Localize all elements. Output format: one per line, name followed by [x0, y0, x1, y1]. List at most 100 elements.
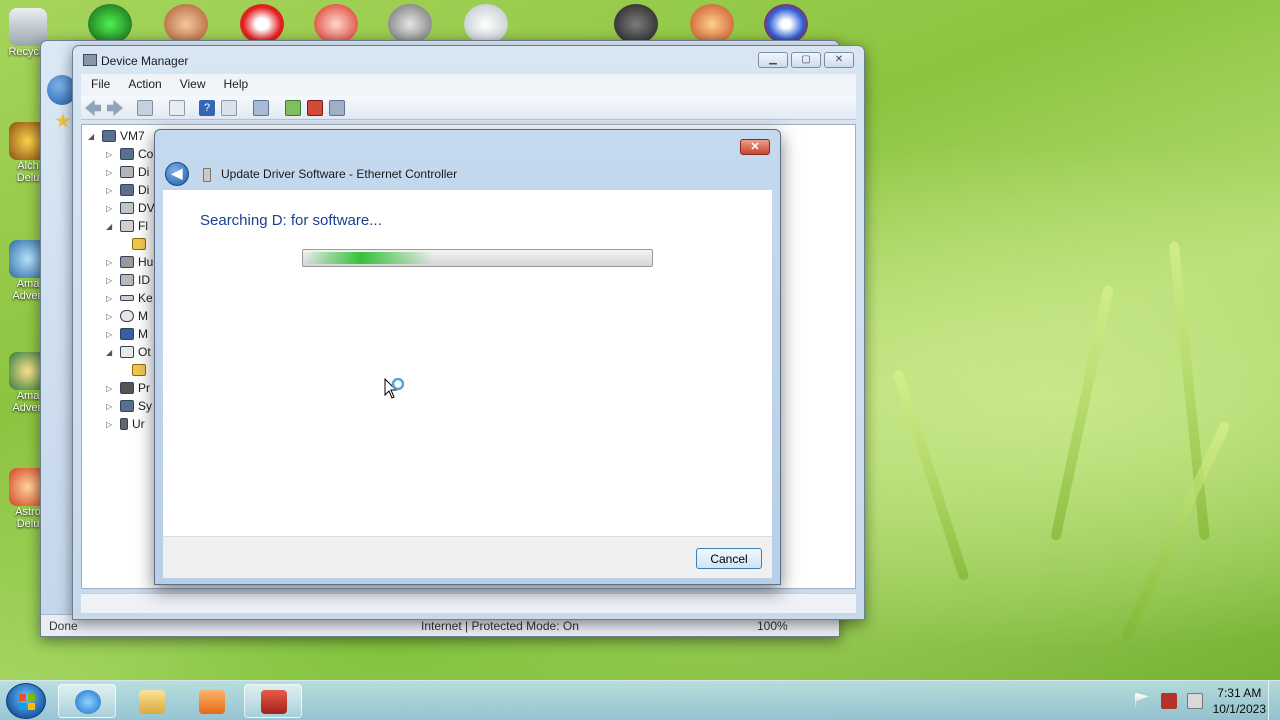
- tree-item-label: Sy: [138, 399, 153, 413]
- dialog-title: Update Driver Software - Ethernet Contro…: [221, 167, 458, 181]
- menu-bar: File Action View Help: [81, 74, 856, 96]
- uninstall-icon[interactable]: [307, 100, 323, 116]
- tree-item[interactable]: ▷ Ke: [106, 289, 153, 307]
- dialog-footer: Cancel: [163, 536, 772, 578]
- disable-device-icon[interactable]: [329, 100, 345, 116]
- menu-file[interactable]: File: [91, 77, 110, 93]
- maximize-button[interactable]: ▢: [791, 52, 821, 68]
- explorer-folder-icon: [139, 690, 165, 714]
- search-progress-bar: [302, 249, 653, 267]
- red-mushroom-icon[interactable]: [240, 4, 284, 44]
- tree-item[interactable]: ▷ Di: [106, 181, 149, 199]
- back-arrow-icon[interactable]: [85, 100, 101, 116]
- tree-item[interactable]: ▷ Pr: [106, 379, 150, 397]
- dialog-close-button[interactable]: ✕: [740, 139, 770, 155]
- update-driver-dialog[interactable]: ✕ ◀ Update Driver Software - Ethernet Co…: [154, 129, 781, 585]
- tree-item[interactable]: ▷ Di: [106, 163, 149, 181]
- menu-action[interactable]: Action: [128, 77, 161, 93]
- properties-icon[interactable]: [169, 100, 185, 116]
- tree-root-label: VM7: [120, 129, 145, 143]
- menu-help[interactable]: Help: [224, 77, 249, 93]
- expand-triangle-icon[interactable]: ▷: [106, 384, 116, 393]
- close-button[interactable]: ✕: [824, 52, 854, 68]
- view-icon[interactable]: [221, 100, 237, 116]
- expand-triangle-icon[interactable]: ▷: [106, 276, 116, 285]
- collapse-triangle-icon[interactable]: ◢: [106, 348, 116, 357]
- expand-triangle-icon[interactable]: ▷: [106, 312, 116, 321]
- girl-face-icon[interactable]: [164, 4, 208, 44]
- tree-item[interactable]: ▷ Hu: [106, 253, 153, 271]
- tree-item[interactable]: ▷ DV: [106, 199, 155, 217]
- action-center-flag-icon[interactable]: [1134, 693, 1150, 709]
- toolbar: ?: [81, 96, 856, 120]
- expand-triangle-icon[interactable]: ▷: [106, 402, 116, 411]
- clock[interactable]: 7:31 AM 10/1/2023: [1213, 685, 1266, 717]
- tree-item[interactable]: ▷ Sy: [106, 397, 152, 415]
- tree-item[interactable]: ▷ Ur: [106, 415, 145, 433]
- blue-orb-icon[interactable]: [764, 4, 808, 44]
- busy-cursor-icon: [384, 378, 404, 399]
- unknown-device-icon: [132, 364, 146, 376]
- system-devices-icon: [120, 400, 134, 412]
- tree-item[interactable]: ▷ M: [106, 307, 148, 325]
- tree-item[interactable]: ▷ M: [106, 325, 148, 343]
- expand-triangle-icon[interactable]: ▷: [106, 294, 116, 303]
- expand-triangle-icon[interactable]: ▷: [106, 420, 116, 429]
- taskbar-explorer[interactable]: [122, 684, 180, 718]
- favorites-star-icon[interactable]: [55, 113, 71, 128]
- forward-arrow-icon[interactable]: [107, 100, 123, 116]
- tree-item-label: Ur: [132, 417, 145, 431]
- show-hide-tree-icon[interactable]: [137, 100, 153, 116]
- media-player-icon: [199, 690, 225, 714]
- collapse-triangle-icon[interactable]: ◢: [88, 132, 98, 141]
- show-desktop-button[interactable]: [1268, 681, 1280, 720]
- tree-item-label: Pr: [138, 381, 150, 395]
- ie-status-text: Done: [49, 619, 78, 633]
- expand-triangle-icon[interactable]: ▷: [106, 204, 116, 213]
- tree-item[interactable]: ◢ Ot: [106, 343, 151, 361]
- radioactive-icon[interactable]: [314, 4, 358, 44]
- taskbar-internet-explorer[interactable]: [58, 684, 116, 718]
- white-bird-icon[interactable]: [464, 4, 508, 44]
- pizza-icon[interactable]: [690, 4, 734, 44]
- tree-item[interactable]: ◢ Fl: [106, 217, 148, 235]
- tree-child-item[interactable]: [132, 235, 146, 253]
- device-category-icon: [120, 256, 134, 268]
- grass-blade: [1120, 420, 1231, 643]
- expand-triangle-icon[interactable]: ▷: [106, 258, 116, 267]
- ie-zoom-level[interactable]: 100%: [757, 619, 788, 633]
- ie-security-zone[interactable]: Internet | Protected Mode: On: [421, 619, 579, 633]
- minimize-button[interactable]: ▁: [758, 52, 788, 68]
- expand-triangle-icon[interactable]: ▷: [106, 168, 116, 177]
- other-devices-icon: [120, 346, 134, 358]
- collapse-triangle-icon[interactable]: ◢: [106, 222, 116, 231]
- cancel-button[interactable]: Cancel: [696, 548, 762, 569]
- volume-muted-icon[interactable]: [1186, 693, 1203, 709]
- tree-item[interactable]: ▷ Co: [106, 145, 153, 163]
- internet-explorer-icon: [75, 690, 101, 714]
- expand-triangle-icon[interactable]: ▷: [106, 150, 116, 159]
- tree-child-item[interactable]: [132, 361, 146, 379]
- green-game-icon[interactable]: [88, 4, 132, 44]
- tree-item-label: ID: [138, 273, 150, 287]
- witch-icon[interactable]: [614, 4, 658, 44]
- robot-icon[interactable]: [388, 4, 432, 44]
- tree-item-label: Hu: [138, 255, 154, 269]
- network-icon[interactable]: [1160, 693, 1177, 709]
- device-category-icon: [120, 184, 134, 196]
- tree-root[interactable]: ◢ VM7: [88, 127, 145, 145]
- start-button[interactable]: [6, 683, 46, 719]
- grass-blade: [892, 369, 970, 582]
- clock-time: 7:31 AM: [1217, 686, 1262, 700]
- computer-icon: [102, 130, 116, 142]
- expand-triangle-icon[interactable]: ▷: [106, 330, 116, 339]
- tree-item[interactable]: ▷ ID: [106, 271, 150, 289]
- menu-view[interactable]: View: [180, 77, 206, 93]
- help-icon[interactable]: ?: [199, 100, 215, 116]
- update-driver-icon[interactable]: [285, 100, 301, 116]
- taskbar-media-player[interactable]: [182, 684, 240, 718]
- expand-triangle-icon[interactable]: ▷: [106, 186, 116, 195]
- scan-hardware-icon[interactable]: [253, 100, 269, 116]
- back-button[interactable]: ◀: [165, 162, 189, 186]
- taskbar-device-manager[interactable]: [244, 684, 302, 718]
